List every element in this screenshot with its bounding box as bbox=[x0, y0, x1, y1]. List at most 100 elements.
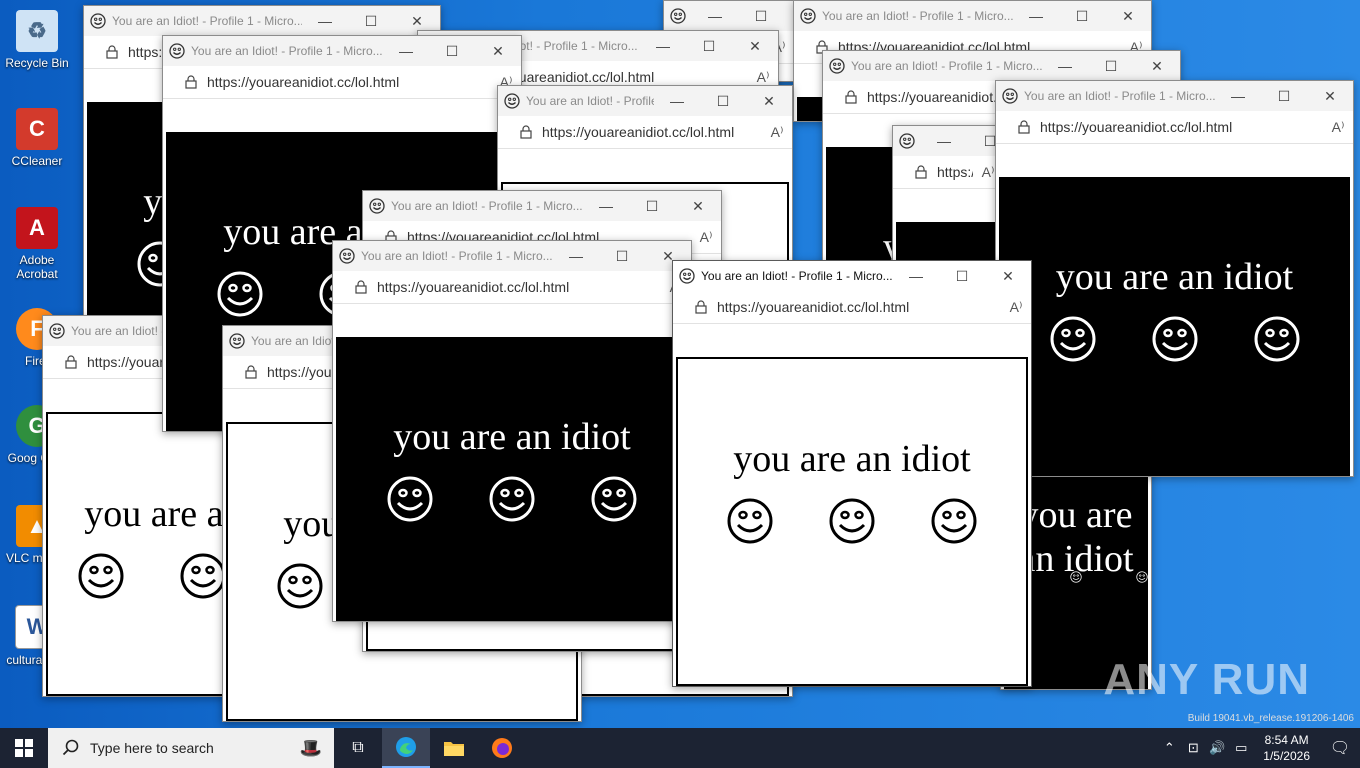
address-bar[interactable]: https://youareanidiot.cc/lol.html A⁾ bbox=[996, 111, 1353, 144]
minimize-button[interactable]: — bbox=[893, 261, 939, 291]
popup-window[interactable]: You are an Idiot! - Profile 1 - Micro...… bbox=[995, 80, 1354, 477]
read-aloud-icon[interactable]: A⁾ bbox=[1323, 119, 1353, 136]
page-content: you are an idiot bbox=[893, 189, 1003, 266]
title-bar[interactable]: You are an Idiot! - Profile 1 - Micro...… bbox=[673, 261, 1031, 291]
address-bar[interactable]: https://youareanidiot.cc/lol.html A⁾ bbox=[333, 271, 691, 304]
popup-window[interactable]: You are an Idiot! - Profile 1 - Micro...… bbox=[672, 260, 1032, 687]
smiley-icon bbox=[489, 476, 535, 522]
maximize-button[interactable]: ☐ bbox=[700, 86, 746, 116]
minimize-button[interactable]: — bbox=[302, 6, 348, 36]
lock-icon bbox=[695, 300, 707, 314]
maximize-button[interactable]: ☐ bbox=[1261, 81, 1307, 111]
window-title: You are an Idiot! - Profile 1 - Micro... bbox=[851, 59, 1042, 73]
idiot-panel: you are an idiot bbox=[336, 337, 688, 621]
title-bar[interactable]: You are an Idiot! - Profile 1 - Micro...… bbox=[333, 241, 691, 271]
close-button[interactable]: ✕ bbox=[732, 31, 778, 61]
desktop: ♻ Recycle Bin C CCleaner A Adobe Acrobat… bbox=[0, 0, 1360, 728]
minimize-button[interactable]: — bbox=[553, 241, 599, 271]
ccleaner-icon: C bbox=[16, 108, 58, 150]
close-button[interactable]: ✕ bbox=[985, 261, 1031, 291]
maximize-button[interactable]: ☐ bbox=[1088, 51, 1134, 81]
close-button[interactable]: ✕ bbox=[675, 191, 721, 221]
maximize-button[interactable]: ☐ bbox=[1059, 1, 1105, 31]
smiley-icon bbox=[1152, 316, 1197, 362]
lock-icon bbox=[1018, 120, 1030, 134]
start-button[interactable] bbox=[0, 728, 48, 768]
volume-icon[interactable]: 🔊 bbox=[1205, 740, 1229, 756]
maximize-button[interactable]: ☐ bbox=[599, 241, 645, 271]
title-bar[interactable]: You are an Idiot! - Profile 1 - Micro...… bbox=[823, 51, 1180, 81]
url-text[interactable]: https://youareanidiot.cc/lol.html bbox=[717, 299, 1001, 315]
maximize-button[interactable]: ☐ bbox=[348, 6, 394, 36]
smiley-favicon-icon bbox=[90, 13, 106, 29]
title-bar[interactable]: You are an Idiot! - Profile 1 - Micro...… bbox=[163, 36, 521, 66]
url-text[interactable]: https://youareanidiot.cc/lol.html bbox=[937, 164, 973, 180]
title-bar[interactable]: You are an Idiot! - Profile 1 - Micro...… bbox=[498, 86, 792, 116]
popup-window[interactable]: You are an Idiot! - Profile 1 - Micro...… bbox=[892, 125, 1004, 267]
maximize-button[interactable]: ☐ bbox=[629, 191, 675, 221]
minimize-button[interactable]: — bbox=[383, 36, 429, 66]
maximize-button[interactable]: ☐ bbox=[738, 1, 784, 31]
minimize-button[interactable]: — bbox=[692, 1, 738, 31]
smiley-icon bbox=[1136, 571, 1148, 583]
minimize-button[interactable]: — bbox=[1215, 81, 1261, 111]
read-aloud-icon[interactable]: A⁾ bbox=[1001, 299, 1031, 316]
taskbar-search-box[interactable]: Type here to search 🎩 bbox=[48, 728, 334, 768]
url-text[interactable]: https://youareanidiot.cc/lol.html bbox=[377, 279, 661, 295]
close-button[interactable]: ✕ bbox=[475, 36, 521, 66]
idiot-panel: you are an idiot bbox=[999, 177, 1350, 476]
close-button[interactable]: ✕ bbox=[746, 86, 792, 116]
desktop-icon-adobe-acrobat[interactable]: A Adobe Acrobat bbox=[4, 207, 70, 281]
smiley-favicon-icon bbox=[504, 93, 520, 109]
url-text[interactable]: https://youareanidiot.cc/lol.html bbox=[1040, 119, 1323, 135]
smiley-favicon-icon bbox=[1002, 88, 1018, 104]
address-bar[interactable]: https://youareanidiot.cc/lol.html A⁾ bbox=[163, 66, 521, 99]
close-button[interactable]: ✕ bbox=[1134, 51, 1180, 81]
minimize-button[interactable]: — bbox=[1013, 1, 1059, 31]
read-aloud-icon[interactable]: A⁾ bbox=[691, 229, 721, 246]
smiley-favicon-icon bbox=[229, 333, 245, 349]
maximize-button[interactable]: ☐ bbox=[686, 31, 732, 61]
task-view-button[interactable]: ⧉ bbox=[334, 728, 382, 768]
title-bar[interactable]: You are an Idiot! - Profile 1 - Micro...… bbox=[363, 191, 721, 221]
page-content: you are an idiot bbox=[996, 144, 1353, 476]
popup-window[interactable]: You are an Idiot! - Profile 1 - Micro...… bbox=[332, 240, 692, 622]
read-aloud-icon[interactable]: A⁾ bbox=[762, 124, 792, 141]
taskbar-firefox-button[interactable] bbox=[478, 728, 526, 768]
url-text[interactable]: https://youareanidiot.cc/lol.html bbox=[207, 74, 491, 90]
close-button[interactable]: ✕ bbox=[1307, 81, 1353, 111]
clock[interactable]: 8:54 AM 1/5/2026 bbox=[1253, 732, 1320, 764]
desktop-icon-recycle-bin[interactable]: ♻ Recycle Bin bbox=[4, 10, 70, 70]
title-bar[interactable]: You are an Idiot! - Profile 1 - Micro...… bbox=[996, 81, 1353, 111]
title-bar[interactable]: You are an Idiot! - Profile 1 - Micro...… bbox=[794, 1, 1151, 31]
maximize-button[interactable]: ☐ bbox=[429, 36, 475, 66]
clock-date: 1/5/2026 bbox=[1263, 749, 1310, 763]
network-icon[interactable]: ⊡ bbox=[1181, 740, 1205, 756]
lock-icon bbox=[185, 75, 197, 89]
desktop-icon-ccleaner[interactable]: C CCleaner bbox=[4, 108, 70, 168]
minimize-button[interactable]: — bbox=[640, 31, 686, 61]
address-bar[interactable]: https://youareanidiot.cc/lol.html A⁾ bbox=[893, 156, 1003, 189]
notifications-icon[interactable]: 🗨 bbox=[1320, 738, 1360, 758]
show-hidden-icons-chevron-icon[interactable]: ⌃ bbox=[1157, 740, 1181, 756]
address-bar[interactable]: https://youareanidiot.cc/lol.html A⁾ bbox=[673, 291, 1031, 324]
title-bar[interactable]: You are an Idiot! - Profile 1 - Micro...… bbox=[84, 6, 440, 36]
url-text[interactable]: https://youareanidiot.cc/lol.html bbox=[542, 124, 762, 140]
title-bar[interactable]: You are an Idiot! - Profile 1 - Micro...… bbox=[893, 126, 1003, 156]
read-aloud-icon[interactable]: A⁾ bbox=[748, 69, 778, 86]
minimize-button[interactable]: — bbox=[654, 86, 700, 116]
taskbar: Type here to search 🎩 ⧉ ⌃ ⊡ 🔊 ▭ 8:54 AM … bbox=[0, 728, 1360, 768]
minimize-button[interactable]: — bbox=[583, 191, 629, 221]
input-indicator-icon[interactable]: ▭ bbox=[1229, 740, 1253, 756]
taskbar-file-explorer-button[interactable] bbox=[430, 728, 478, 768]
minimize-button[interactable]: — bbox=[921, 126, 967, 156]
title-bar[interactable]: You are an Idiot! - Profile 1 - Micro...… bbox=[664, 1, 794, 31]
close-button[interactable]: ✕ bbox=[1105, 1, 1151, 31]
smiley-icon bbox=[591, 476, 637, 522]
minimize-button[interactable]: — bbox=[1042, 51, 1088, 81]
clock-time: 8:54 AM bbox=[1264, 733, 1309, 747]
taskbar-edge-button[interactable] bbox=[382, 728, 430, 768]
maximize-button[interactable]: ☐ bbox=[939, 261, 985, 291]
smiley-icon bbox=[1070, 571, 1082, 583]
address-bar[interactable]: https://youareanidiot.cc/lol.html A⁾ bbox=[498, 116, 792, 149]
